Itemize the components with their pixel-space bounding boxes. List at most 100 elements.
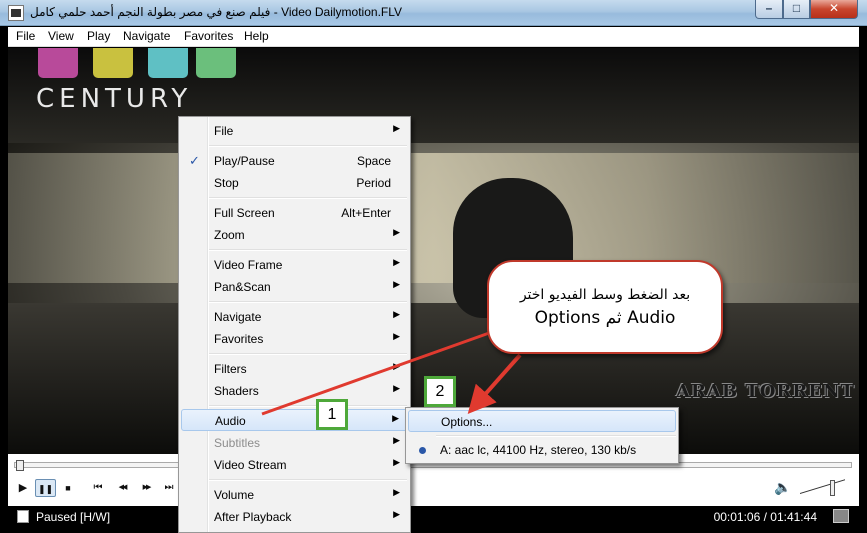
forward-button[interactable]: ▶▶: [136, 479, 156, 497]
menu-item-volume[interactable]: Volume ▶: [181, 484, 408, 506]
submenu-arrow-icon: ▶: [393, 487, 400, 497]
menu-item-video-frame[interactable]: Video Frame ▶: [181, 254, 408, 276]
seek-thumb[interactable]: [16, 460, 24, 471]
menu-bar: File View Play Navigate Favorites Help: [8, 27, 859, 47]
menu-item-label: Navigate: [214, 310, 262, 324]
menu-help[interactable]: Help: [244, 29, 269, 43]
maximize-button[interactable]: □: [783, 0, 810, 19]
menu-navigate[interactable]: Navigate: [123, 29, 170, 43]
menu-item-stop[interactable]: Stop Period: [181, 172, 408, 194]
submenu-arrow-icon: ▶: [393, 435, 400, 445]
logo-block: [93, 48, 133, 78]
menu-item-video-stream[interactable]: Video Stream ▶: [181, 454, 408, 476]
file-icon: [17, 510, 29, 523]
logo-block: [196, 48, 236, 78]
menu-item-label: After Playback: [214, 510, 292, 524]
callout-bubble: بعد الضغط وسط الفيديو اختر Audio ثم Opti…: [487, 260, 723, 354]
menu-item-shaders[interactable]: Shaders ▶: [181, 380, 408, 402]
submenu-arrow-icon: ▶: [393, 279, 400, 289]
volume-slider[interactable]: [800, 480, 845, 496]
network-icon: [833, 509, 849, 523]
menu-separator: [436, 435, 676, 437]
menu-item-label: File: [214, 124, 234, 138]
menu-item-label: Full Screen: [214, 206, 275, 220]
logo-text: CENTURY: [36, 84, 193, 114]
submenu-arrow-icon: ▶: [393, 331, 400, 341]
volume-thumb[interactable]: [830, 480, 835, 496]
menu-item-label: Play/Pause: [214, 154, 275, 168]
minimize-button[interactable]: –: [755, 0, 783, 19]
menu-item-label: Video Frame: [214, 258, 283, 272]
submenu-arrow-icon: ▶: [392, 413, 399, 423]
menu-item-shortcut: Alt+Enter: [341, 206, 391, 220]
callout-line-2: Audio ثم Options: [534, 308, 676, 328]
audio-submenu: Options... A: aac lc, 44100 Hz, stereo, …: [405, 407, 679, 464]
submenu-arrow-icon: ▶: [393, 383, 400, 393]
menu-item-audio-options[interactable]: Options...: [408, 410, 676, 432]
menu-separator: [209, 301, 407, 303]
menu-item-subtitles: Subtitles ▶: [181, 432, 408, 454]
menu-item-label: Zoom: [214, 228, 245, 242]
submenu-arrow-icon: ▶: [393, 123, 400, 133]
menu-separator: [209, 353, 407, 355]
menu-item-audio-track[interactable]: A: aac lc, 44100 Hz, stereo, 130 kb/s: [408, 439, 676, 461]
menu-item-label: A: aac lc, 44100 Hz, stereo, 130 kb/s: [440, 443, 637, 457]
menu-file[interactable]: File: [16, 29, 35, 43]
submenu-arrow-icon: ▶: [393, 227, 400, 237]
menu-separator: [209, 405, 407, 407]
time-display: 00:01:06 / 01:41:44: [713, 510, 817, 524]
menu-item-label: Stop: [214, 176, 239, 190]
menu-favorites[interactable]: Favorites: [184, 29, 233, 43]
previous-button[interactable]: ⏮: [88, 479, 108, 497]
step-badge-2: 2: [424, 376, 456, 407]
app-icon: [8, 5, 24, 21]
menu-item-navigate[interactable]: Navigate ▶: [181, 306, 408, 328]
menu-item-after-playback[interactable]: After Playback ▶: [181, 506, 408, 528]
pause-button[interactable]: ❚❚: [35, 479, 56, 497]
step-badge-1: 1: [316, 399, 348, 430]
menu-separator: [209, 479, 407, 481]
menu-item-shortcut: Period: [356, 176, 391, 190]
submenu-arrow-icon: ▶: [393, 509, 400, 519]
title-bar: فيلم صنع في مصر بطولة النجم أحمد حلمي كا…: [0, 0, 867, 26]
menu-item-filters[interactable]: Filters ▶: [181, 358, 408, 380]
menu-item-label: Pan&Scan: [214, 280, 271, 294]
menu-play[interactable]: Play: [87, 29, 110, 43]
menu-item-zoom[interactable]: Zoom ▶: [181, 224, 408, 246]
menu-item-favorites[interactable]: Favorites ▶: [181, 328, 408, 350]
menu-separator: [209, 249, 407, 251]
context-menu: File ▶ ✓ Play/Pause Space Stop Period Full S…: [178, 116, 411, 533]
menu-item-pan-scan[interactable]: Pan&Scan ▶: [181, 276, 408, 298]
menu-item-play-pause[interactable]: ✓ Play/Pause Space: [181, 150, 408, 172]
status-bar: Paused [H/W] 00:01:06 / 01:41:44: [8, 506, 859, 527]
menu-item-label: Filters: [214, 362, 247, 376]
check-icon: ✓: [189, 153, 200, 168]
menu-item-file[interactable]: File ▶: [181, 120, 408, 142]
menu-item-label: Subtitles: [214, 436, 261, 450]
menu-item-audio[interactable]: Audio ▶: [181, 409, 408, 431]
speaker-icon[interactable]: 🔈: [774, 479, 791, 496]
submenu-arrow-icon: ▶: [393, 257, 400, 267]
radio-selected-icon: [419, 447, 426, 454]
window-title: فيلم صنع في مصر بطولة النجم أحمد حلمي كا…: [30, 5, 403, 19]
video-frame-light: [8, 153, 859, 283]
logo-block: [38, 48, 78, 78]
menu-separator: [209, 145, 407, 147]
rewind-button[interactable]: ◀◀: [112, 479, 132, 497]
menu-item-full-screen[interactable]: Full Screen Alt+Enter: [181, 202, 408, 224]
status-text: Paused [H/W]: [36, 510, 111, 524]
stop-button[interactable]: ■: [60, 479, 76, 497]
menu-item-label: Favorites: [214, 332, 264, 346]
logo-block: [148, 48, 188, 78]
menu-item-label: Shaders: [214, 384, 259, 398]
watermark: ARAB TORRENT: [676, 381, 855, 402]
close-button[interactable]: ✕: [810, 0, 858, 19]
menu-item-label: Options...: [441, 415, 493, 429]
submenu-arrow-icon: ▶: [393, 309, 400, 319]
menu-item-shortcut: Space: [356, 154, 391, 168]
callout-line-1: بعد الضغط وسط الفيديو اختر: [519, 287, 691, 303]
submenu-arrow-icon: ▶: [393, 457, 400, 467]
menu-view[interactable]: View: [48, 29, 74, 43]
play-button[interactable]: ▶: [14, 479, 32, 497]
next-button[interactable]: ⏭: [159, 479, 179, 497]
